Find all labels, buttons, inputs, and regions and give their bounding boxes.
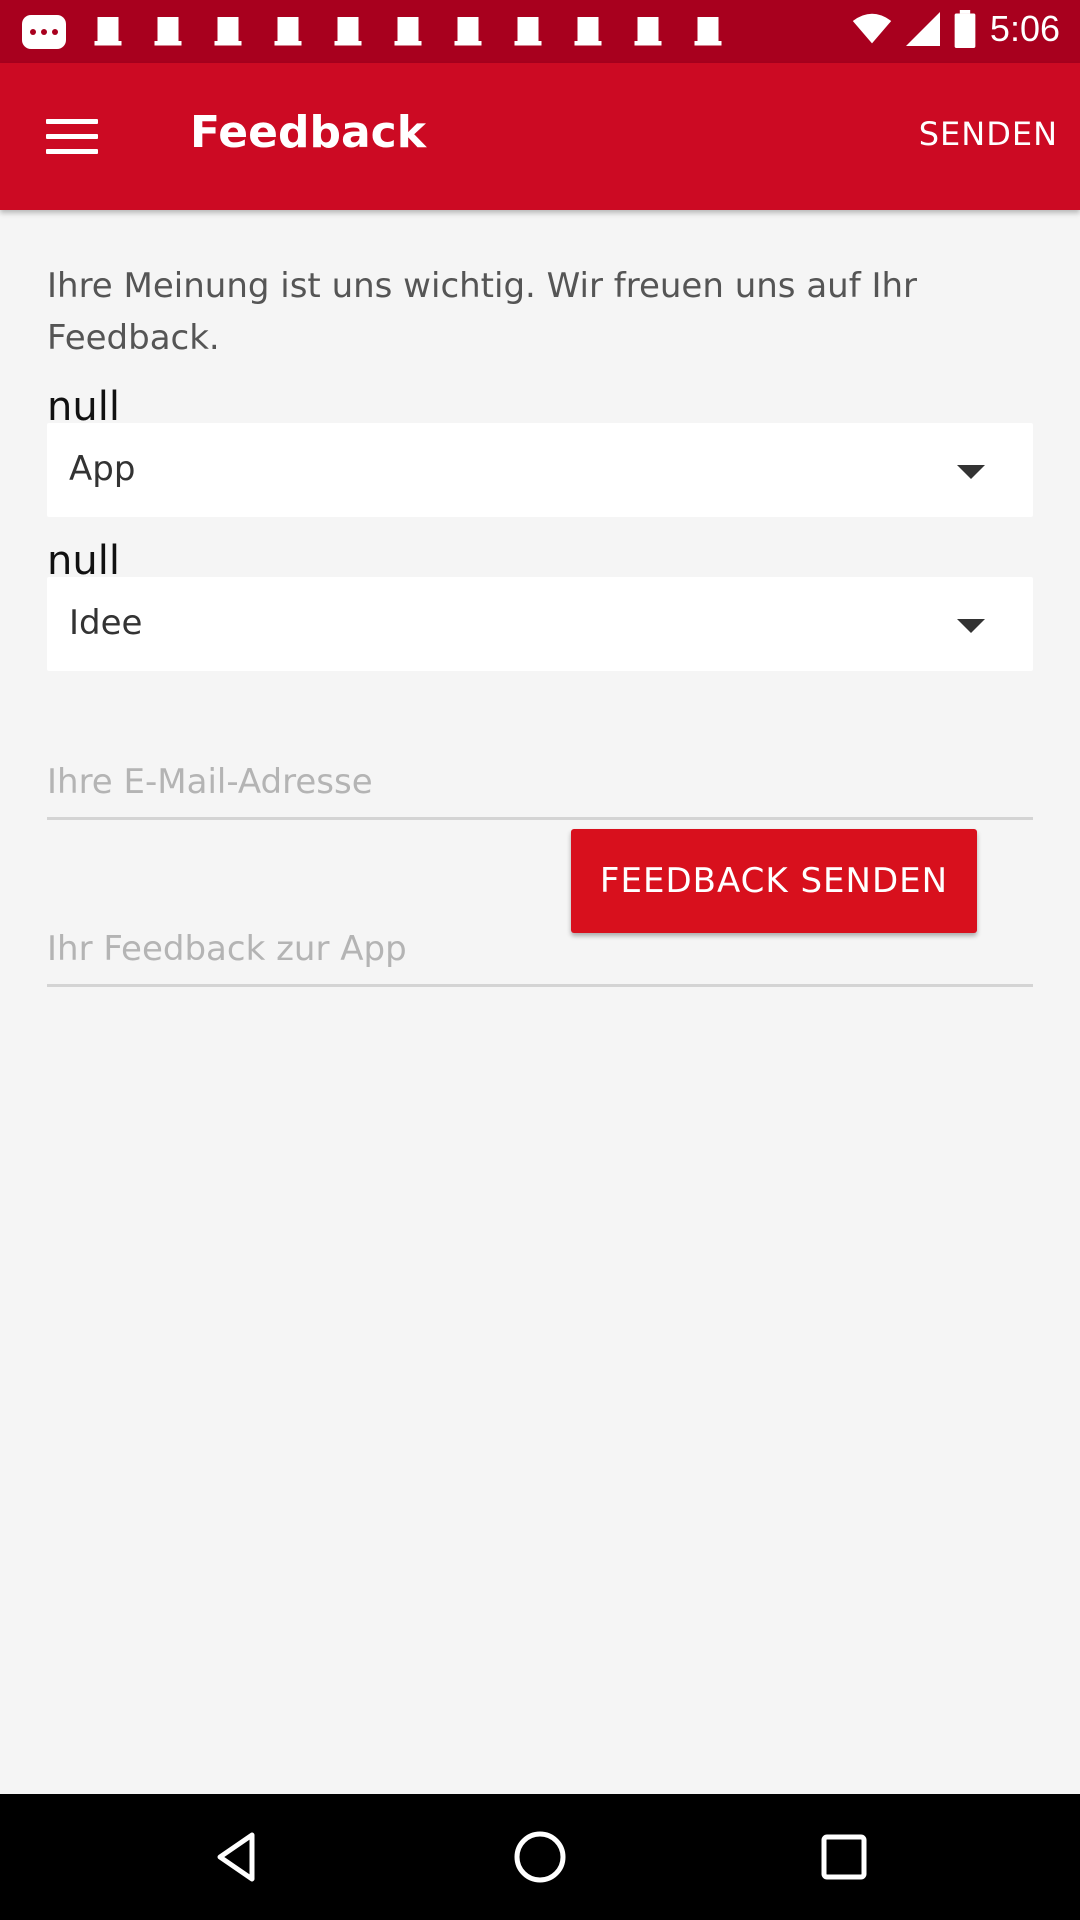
page-title: Feedback — [190, 107, 426, 158]
dropdown-arrow-icon — [957, 465, 985, 479]
notification-icon — [154, 17, 182, 46]
home-icon[interactable] — [510, 1827, 570, 1887]
category-dropdown[interactable]: App — [47, 423, 1033, 517]
status-left-icons — [22, 14, 726, 50]
type-dropdown[interactable]: Idee — [47, 577, 1033, 671]
notification-icon — [94, 17, 122, 47]
notification-icon — [574, 17, 602, 46]
status-bar: 5:06 — [0, 0, 1080, 63]
status-right-icons: 5:06 — [852, 8, 1060, 50]
wifi-icon — [852, 13, 892, 44]
clock: 5:06 — [989, 8, 1060, 49]
notification-icon — [634, 17, 662, 46]
signal-icon — [905, 12, 940, 46]
hamburger-menu-icon[interactable] — [46, 119, 98, 155]
dropdown-arrow-icon — [957, 619, 985, 633]
battery-icon — [954, 10, 976, 48]
notification-icon — [394, 17, 422, 46]
navigation-bar — [0, 1794, 1080, 1920]
category-selected-value: App — [69, 449, 136, 489]
notification-icon — [454, 17, 482, 46]
notification-icon — [274, 17, 302, 46]
more-dots-icon — [22, 15, 66, 49]
submit-feedback-button[interactable]: FEEDBACK SENDEN — [571, 829, 977, 933]
notification-icon — [694, 17, 722, 46]
back-icon[interactable] — [206, 1827, 266, 1887]
notification-icon — [214, 17, 242, 46]
recents-icon[interactable] — [814, 1827, 874, 1887]
email-field[interactable] — [47, 747, 1033, 820]
intro-text: Ihre Meinung ist uns wichtig. Wir freuen… — [47, 266, 918, 358]
type-selected-value: Idee — [69, 603, 143, 643]
notification-icon — [334, 17, 362, 46]
notification-icon — [514, 17, 542, 46]
app-bar: Feedback SENDEN — [0, 63, 1080, 210]
send-action-button[interactable]: SENDEN — [919, 115, 1058, 153]
